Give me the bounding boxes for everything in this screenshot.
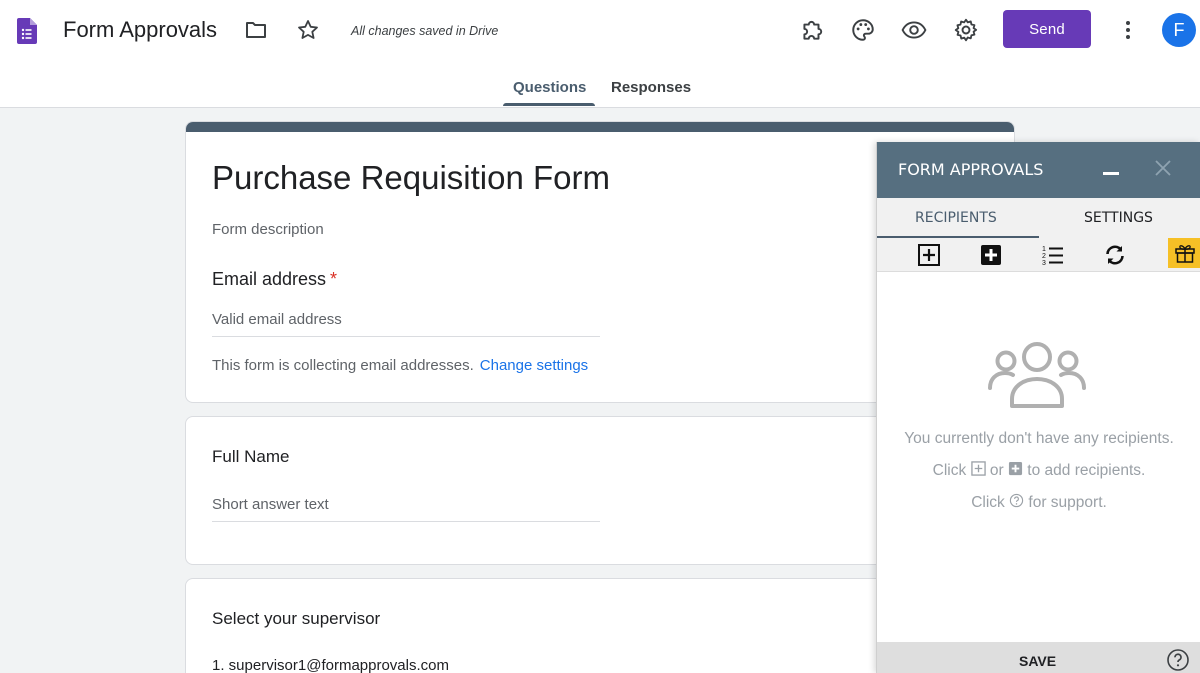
svg-text:2: 2 [1042,253,1046,260]
change-settings-link[interactable]: Change settings [480,357,588,374]
preview-eye-icon[interactable] [901,17,927,43]
theme-color-bar [186,122,1014,132]
recipients-group-icon [988,342,1086,408]
email-collection-note: This form is collecting email addresses.… [212,357,589,374]
add-outline-icon [970,461,986,476]
star-icon[interactable] [296,18,320,42]
panel-tabs: RECIPIENTS SETTINGS [877,198,1200,238]
folder-icon[interactable] [244,18,268,42]
gift-icon [1175,245,1195,263]
empty-state-message: You currently don't have any recipients. [904,430,1174,447]
active-tab-indicator [503,103,595,106]
add-filled-icon[interactable] [979,243,1003,267]
short-answer-field: Short answer text [212,496,600,522]
recipients-toolbar: 1 2 3 [877,238,1200,272]
add-outline-icon[interactable] [917,243,941,267]
forms-app-icon[interactable] [17,18,37,44]
email-field: Valid email address [212,311,600,337]
panel-title: FORM APPROVALS [898,160,1044,179]
form-description[interactable]: Form description [212,221,324,238]
settings-gear-icon[interactable] [953,17,979,43]
document-title[interactable]: Form Approvals [63,17,217,43]
svg-text:1: 1 [1042,246,1046,253]
minimize-icon[interactable] [1103,172,1119,175]
email-question-label: Email address * [212,269,338,289]
help-icon [1009,493,1024,508]
close-icon[interactable] [1154,159,1172,177]
support-hint: Click for support. [971,493,1107,511]
more-vert-icon[interactable] [1118,17,1138,43]
send-button[interactable]: Send [1003,10,1091,48]
form-approvals-panel: FORM APPROVALS RECIPIENTS SETTINGS 1 2 3 [876,142,1200,673]
gift-button[interactable] [1168,238,1200,268]
help-icon[interactable] [1166,648,1190,672]
question-label: Select your supervisor [212,609,381,628]
svg-text:3: 3 [1042,260,1046,267]
list-item[interactable]: 1. supervisor1@formapprovals.com [212,657,449,673]
save-status: All changes saved in Drive [351,24,499,38]
empty-state-hint: Click or to add recipients. [932,461,1146,479]
form-title[interactable]: Purchase Requisition Form [212,159,610,197]
tab-responses[interactable]: Responses [611,79,691,96]
save-button[interactable]: SAVE [1019,653,1056,669]
required-marker: * [330,269,338,289]
top-bar: Form Approvals All changes saved in Driv… [0,0,1200,108]
addon-icon[interactable] [799,17,825,43]
palette-icon[interactable] [850,17,876,43]
add-filled-icon [1008,461,1023,476]
panel-header: FORM APPROVALS [877,142,1200,198]
tab-settings[interactable]: SETTINGS [1084,210,1153,226]
user-avatar[interactable]: F [1162,13,1196,47]
tab-questions[interactable]: Questions [513,79,586,96]
numbered-list-icon[interactable]: 1 2 3 [1041,243,1065,267]
refresh-icon[interactable] [1103,243,1127,267]
panel-footer: SAVE [877,642,1200,673]
tab-recipients[interactable]: RECIPIENTS [915,210,997,226]
question-label: Full Name [212,447,290,466]
